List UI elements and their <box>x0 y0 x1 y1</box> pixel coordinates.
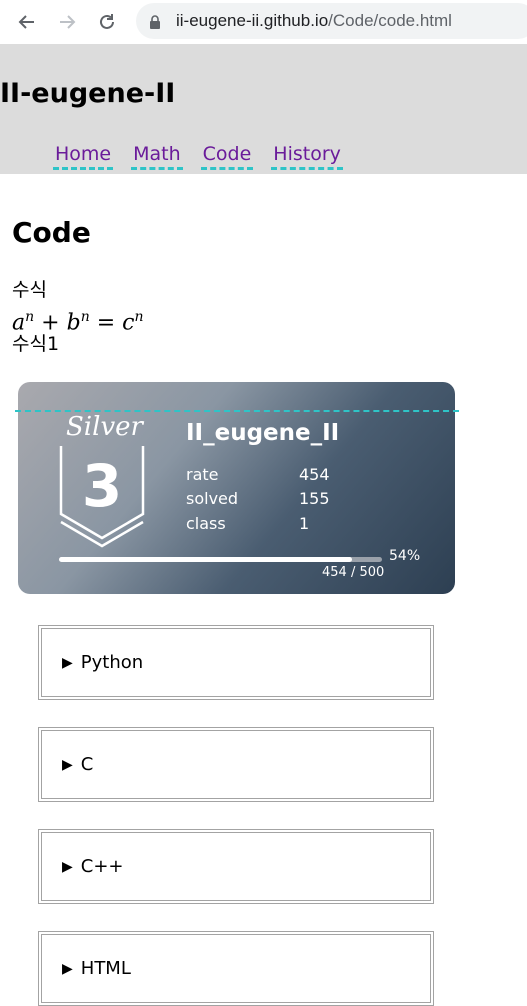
progress-percent: 54% <box>389 548 421 564</box>
nav-link-history[interactable]: History <box>271 142 343 170</box>
stat-label: rate <box>186 465 219 484</box>
reload-icon[interactable] <box>87 0 127 44</box>
user-handle: II_eugene_II <box>186 420 340 446</box>
url-path: /Code/code.html <box>328 11 452 30</box>
browser-toolbar: ii-eugene-ii.github.io/Code/code.html <box>0 0 527 44</box>
back-arrow-icon[interactable] <box>7 0 47 44</box>
details-cpp[interactable]: ▶ C++ <box>38 829 434 904</box>
triangle-right-icon: ▶ <box>62 654 73 671</box>
stat-label: solved <box>186 489 239 508</box>
divider-dashed <box>15 410 459 412</box>
nav-link-code[interactable]: Code <box>200 142 254 170</box>
details-summary: C++ <box>80 856 124 877</box>
formula-caption-2: 수식1 <box>12 333 60 355</box>
details-python[interactable]: ▶ Python <box>38 625 434 700</box>
solvedac-badge[interactable]: Silver 3 II_eugene_II rate 454 solved 15… <box>18 382 455 594</box>
address-bar[interactable]: ii-eugene-ii.github.io/Code/code.html <box>136 3 527 39</box>
lock-icon <box>148 14 162 29</box>
triangle-right-icon: ▶ <box>62 756 73 773</box>
site-header: II-eugene-II Home Math Code History <box>0 44 527 174</box>
stat-label: class <box>186 514 226 533</box>
nav-link-home[interactable]: Home <box>53 142 114 170</box>
triangle-right-icon: ▶ <box>62 858 73 875</box>
nav-link-math[interactable]: Math <box>131 142 183 170</box>
stat-class: class 1 <box>186 514 309 533</box>
stat-value: 1 <box>299 514 310 533</box>
site-title: II-eugene-II <box>0 78 176 109</box>
progress-fill <box>59 557 353 562</box>
stat-solved: solved 155 <box>186 489 330 508</box>
stat-value: 454 <box>299 465 330 484</box>
tier-name: Silver <box>66 412 143 442</box>
forward-arrow-icon[interactable] <box>47 0 87 44</box>
site-nav: Home Math Code History <box>53 142 343 170</box>
triangle-right-icon: ▶ <box>62 960 73 977</box>
stat-value: 155 <box>299 489 330 508</box>
details-summary: Python <box>80 652 144 673</box>
progress-count: 454 / 500 <box>322 565 385 580</box>
stat-rate: rate 454 <box>186 465 330 484</box>
url-host: ii-eugene-ii.github.io <box>176 11 329 30</box>
formula-caption: 수식 <box>12 279 47 301</box>
details-html[interactable]: ▶ HTML <box>38 931 434 1006</box>
details-summary: C <box>80 754 94 775</box>
progress-bar <box>59 557 382 562</box>
details-c[interactable]: ▶ C <box>38 727 434 802</box>
tier-level: 3 <box>81 452 123 520</box>
page-heading: Code <box>12 216 91 249</box>
details-summary: HTML <box>80 958 131 979</box>
